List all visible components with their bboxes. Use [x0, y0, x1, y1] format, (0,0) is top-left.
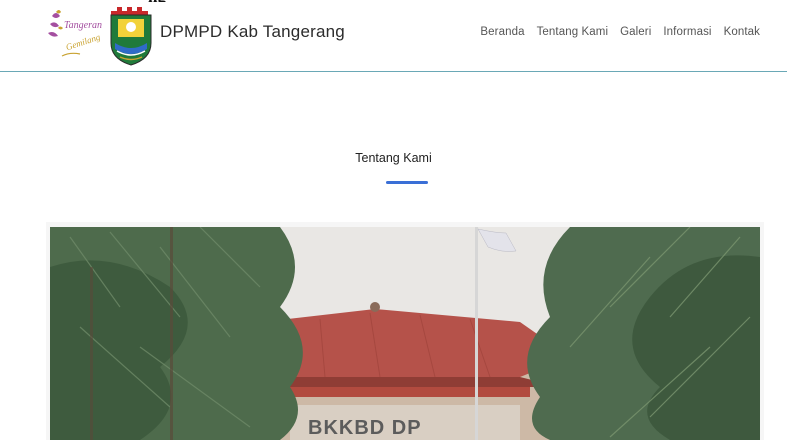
tangerang-gemilang-logo[interactable]: Tangerang Gemilang [44, 6, 102, 64]
nav-item-kontak[interactable]: Kontak [724, 26, 760, 38]
section-title: Tentang Kami [355, 151, 432, 165]
nav-item-beranda[interactable]: Beranda [480, 26, 524, 38]
nav-item-tentang-kami[interactable]: Tentang Kami [537, 26, 609, 38]
building-sign-text: BKKBD DP [308, 417, 422, 439]
about-photo-frame: BKKBD DP [46, 222, 764, 440]
nav-item-galeri[interactable]: Galeri [620, 26, 651, 38]
main-nav: Beranda Tentang Kami Galeri Informasi Ko… [480, 26, 760, 38]
section-title-underline [386, 181, 428, 184]
office-building-photo: BKKBD DP [50, 227, 760, 440]
logo-tangerang-text: Tangerang [64, 20, 102, 31]
kabupaten-tangerang-emblem[interactable] [108, 5, 154, 67]
nav-item-informasi[interactable]: Informasi [663, 26, 711, 38]
navbar: Tangerang Gemilang DPMPD Kab Tangerang B… [0, 0, 787, 72]
logo-tangerang-sub: Gemilang [65, 32, 102, 53]
brand-name[interactable]: DPMPD Kab Tangerang [160, 22, 345, 42]
